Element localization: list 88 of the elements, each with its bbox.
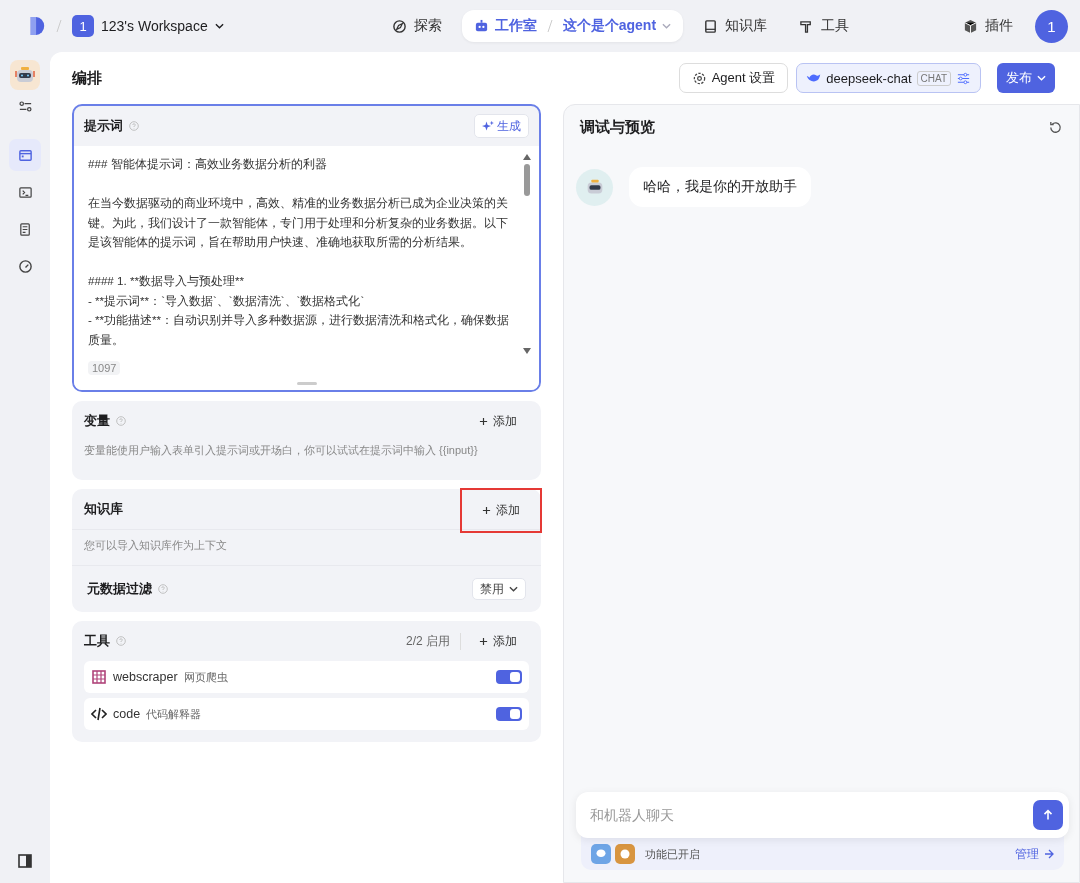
section-title: 知识库 xyxy=(84,500,123,518)
scroll-up-icon[interactable] xyxy=(523,154,531,160)
scrollbar[interactable] xyxy=(521,154,533,354)
manage-link[interactable]: 管理 xyxy=(1015,845,1054,863)
send-button[interactable] xyxy=(1033,800,1063,830)
user-avatar[interactable]: 1 xyxy=(1035,9,1068,43)
add-button[interactable]: 添加 xyxy=(460,487,542,533)
grid-icon xyxy=(91,669,107,685)
studio-label: 工作室 xyxy=(494,17,537,35)
chat-bubble-icon xyxy=(591,844,611,864)
workspace-badge: 1 xyxy=(72,15,94,37)
model-selector[interactable]: deepseek-chat CHAT xyxy=(796,63,981,93)
logo-icon[interactable] xyxy=(28,15,46,37)
prompt-line: - **提示词**：`导入数据`、`数据清洗`、`数据格式化` xyxy=(88,292,366,309)
compass-icon xyxy=(391,18,407,34)
chat-bubble: 哈哈，我是你的开放助手 xyxy=(629,167,811,207)
workspace-name: 123's Workspace xyxy=(101,18,208,34)
studio-tab[interactable]: 工作室 这个是个agent xyxy=(461,10,684,42)
settings-icon xyxy=(691,70,707,86)
panel-title: 调试与预览 xyxy=(580,118,655,137)
toggle-switch[interactable] xyxy=(496,707,522,721)
gauge-icon xyxy=(17,258,33,274)
page-title: 编排 xyxy=(72,68,102,88)
bot-avatar xyxy=(576,168,613,206)
sliders-icon xyxy=(17,98,33,114)
section-title: 工具 xyxy=(84,632,110,650)
toggle-switch[interactable] xyxy=(496,670,522,684)
agent-name[interactable]: 这个是个agent xyxy=(562,17,657,35)
layout-nav-button[interactable] xyxy=(9,139,41,171)
tool-name: webscraper xyxy=(113,670,178,684)
chevron-down-icon xyxy=(214,23,224,29)
hint-text: 您可以导入知识库作为上下文 xyxy=(72,529,541,566)
help-icon xyxy=(158,584,168,594)
book-icon xyxy=(703,18,719,34)
code-icon xyxy=(91,706,107,722)
chevron-down-icon xyxy=(509,586,518,592)
resize-handle[interactable] xyxy=(296,382,317,385)
help-icon xyxy=(116,636,126,646)
prompt-line: ### 智能体提示词：高效业务数据分析的利器 xyxy=(88,156,328,172)
refresh-icon[interactable] xyxy=(1048,120,1063,135)
help-icon xyxy=(129,121,139,131)
add-button[interactable]: 添加 xyxy=(467,626,529,656)
arrow-up-icon xyxy=(1041,808,1055,822)
add-button[interactable]: 添加 xyxy=(467,406,529,436)
filter-label: 元数据过滤 xyxy=(87,580,152,598)
tool-description: 代码解释器 xyxy=(146,706,202,722)
plus-icon xyxy=(479,416,488,426)
agent-settings-button[interactable]: Agent 设置 xyxy=(678,63,789,93)
tools-tab[interactable]: 工具 xyxy=(787,11,862,41)
plugins-button[interactable]: 插件 xyxy=(951,11,1025,41)
plus-icon xyxy=(482,505,491,515)
panel-toggle-icon[interactable] xyxy=(17,853,33,869)
document-icon xyxy=(17,221,33,237)
plus-icon xyxy=(479,636,488,646)
prompt-editor[interactable] xyxy=(74,146,539,354)
sliders-icon xyxy=(956,70,971,86)
enabled-count: 2/2 启用 xyxy=(406,632,461,650)
hint-text: 变量能使用户输入表单引入提示词或开场白，你可以试试在提示词中输入 {{input}} xyxy=(84,443,479,458)
filter-dropdown[interactable]: 禁用 xyxy=(472,578,526,600)
explore-tab[interactable]: 探索 xyxy=(379,11,454,41)
slash-separator-icon xyxy=(56,19,62,33)
chevron-down-icon xyxy=(662,23,672,29)
tool-description: 网页爬虫 xyxy=(183,669,228,685)
generate-button[interactable]: 生成 xyxy=(474,114,529,138)
workspace-switcher[interactable]: 1 123's Workspace xyxy=(72,15,224,37)
robot-avatar xyxy=(10,60,40,90)
robot-icon xyxy=(473,18,489,34)
scroll-thumb[interactable] xyxy=(524,164,530,196)
prompt-line: - **功能描述**：自动识别并导入多种数据源，进行数据清洗和格式化，确保数据质量。 xyxy=(88,312,511,348)
terminal-icon xyxy=(17,184,33,200)
window-icon xyxy=(17,147,33,163)
arrow-right-icon xyxy=(1044,849,1054,859)
chevron-down-icon xyxy=(1037,75,1046,81)
prompt-line: 在当今数据驱动的商业环境中，高效、精准的业务数据分析已成为企业决策的关键。为此，我们设计了一款智能体，专门用于处理和分析复杂的业务数据。以下是该智能体的提示词，旨在帮助用户快速、准确地获取所需的分析结果。 xyxy=(88,195,509,250)
quote-icon xyxy=(615,844,635,864)
publish-button[interactable]: 发布 xyxy=(997,63,1055,93)
character-count: 1097 xyxy=(88,361,121,375)
help-icon xyxy=(116,416,126,426)
slash-separator-icon xyxy=(546,19,553,33)
cube-icon xyxy=(963,18,978,34)
prompt-line: #### 1. **数据导入与预处理** xyxy=(88,273,245,289)
sparkle-icon xyxy=(482,120,494,132)
section-title: 提示词 xyxy=(84,117,123,135)
tool-name: code xyxy=(113,707,141,721)
chat-tag: CHAT xyxy=(916,70,951,86)
knowledge-tab[interactable]: 知识库 xyxy=(691,11,780,41)
features-status: 功能已开启 xyxy=(645,846,700,862)
section-title: 变量 xyxy=(84,412,110,430)
